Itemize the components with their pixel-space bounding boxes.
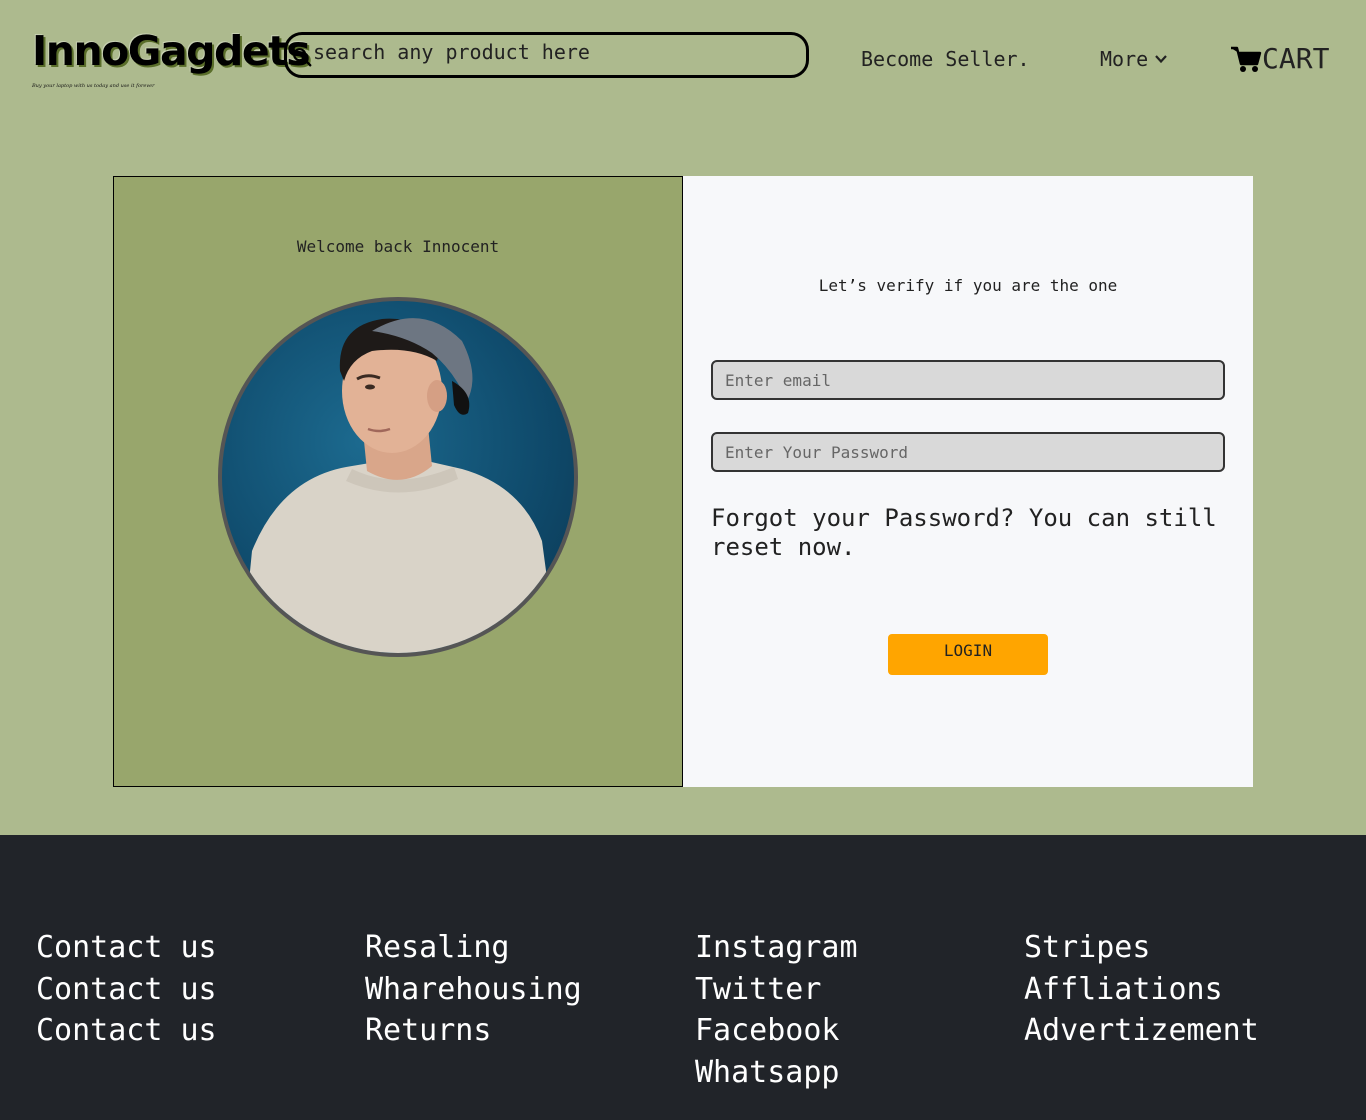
footer-column-social: Instagram Twitter Facebook Whatsapp <box>695 927 858 1093</box>
cart-icon <box>1231 46 1262 72</box>
avatar <box>218 297 578 657</box>
logo[interactable]: InnoGagdets Buy your laptop with us toda… <box>32 28 311 94</box>
search-icon[interactable] <box>291 46 313 68</box>
footer-link-stripes[interactable]: Stripes <box>1024 927 1259 969</box>
footer-link-returns[interactable]: Returns <box>365 1010 582 1052</box>
user-photo <box>242 318 557 653</box>
search-input[interactable] <box>313 34 793 70</box>
password-field[interactable] <box>711 432 1225 472</box>
email-field[interactable] <box>711 360 1225 400</box>
become-seller-link[interactable]: Become Seller. <box>861 47 1030 71</box>
footer-link-twitter[interactable]: Twitter <box>695 969 858 1011</box>
logo-text: InnoGagdets <box>32 27 311 75</box>
logo-tagline: Buy your laptop with us today and use it… <box>32 83 155 89</box>
footer-link-advertizement[interactable]: Advertizement <box>1024 1010 1259 1052</box>
footer-link-contact-us[interactable]: Contact us <box>36 1010 217 1052</box>
welcome-text: Welcome back Innocent <box>296 237 500 256</box>
footer-link-facebook[interactable]: Facebook <box>695 1010 858 1052</box>
search-bar <box>284 32 809 78</box>
welcome-panel: Welcome back Innocent <box>113 176 683 787</box>
login-button[interactable]: LOGIN <box>888 634 1048 675</box>
chevron-down-icon <box>1155 55 1167 64</box>
footer-column-contact: Contact us Contact us Contact us <box>36 927 217 1052</box>
footer-column-partners: Stripes Affliations Advertizement <box>1024 927 1259 1052</box>
more-label: More <box>1100 47 1149 71</box>
footer-link-contact-us[interactable]: Contact us <box>36 969 217 1011</box>
verify-text: Let’s verify if you are the one <box>818 276 1118 295</box>
forgot-password-link[interactable]: Forgot your Password? You can still rese… <box>711 504 1231 562</box>
footer-link-wharehousing[interactable]: Wharehousing <box>365 969 582 1011</box>
footer-column-services: Resaling Wharehousing Returns <box>365 927 582 1052</box>
header: InnoGagdets Buy your laptop with us toda… <box>0 0 1366 120</box>
footer-link-resaling[interactable]: Resaling <box>365 927 582 969</box>
footer-link-instagram[interactable]: Instagram <box>695 927 858 969</box>
footer-link-whatsapp[interactable]: Whatsapp <box>695 1052 858 1094</box>
login-panel: Let’s verify if you are the one Forgot y… <box>683 176 1253 787</box>
footer-link-affliations[interactable]: Affliations <box>1024 969 1259 1011</box>
footer: Contact us Contact us Contact us Resalin… <box>0 835 1366 1120</box>
footer-link-contact-us[interactable]: Contact us <box>36 927 217 969</box>
more-menu[interactable]: More <box>1100 47 1168 71</box>
cart-label: CART <box>1262 42 1330 75</box>
cart-button[interactable]: CART <box>1230 42 1329 75</box>
